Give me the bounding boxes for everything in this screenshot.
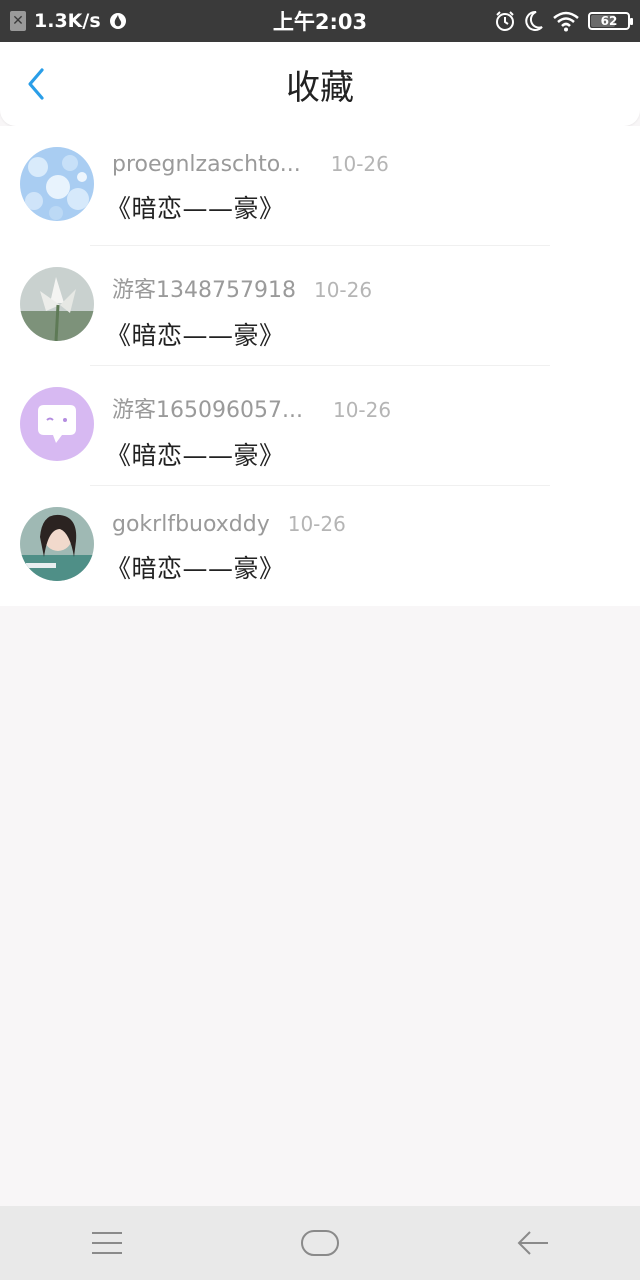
item-body: 游客165096057... 10-26 《暗恋——豪》 <box>106 392 391 472</box>
avatar[interactable] <box>20 387 94 461</box>
item-meta: gokrlfbuoxddy 10-26 <box>112 512 346 537</box>
list-item[interactable]: 游客165096057... 10-26 《暗恋——豪》 <box>0 366 640 486</box>
back-nav-button[interactable] <box>488 1213 578 1273</box>
menu-button[interactable] <box>62 1213 152 1273</box>
item-meta: 游客165096057... 10-26 <box>112 392 391 424</box>
snowflake-avatar-image <box>20 147 94 221</box>
item-title: 《暗恋——豪》 <box>106 554 285 583</box>
favorites-list: proegnlzaschto... 10-26 《暗恋——豪》 游客134875… <box>0 126 640 606</box>
username: proegnlzaschto... <box>112 152 301 177</box>
list-item[interactable]: 游客1348757918 10-26 《暗恋——豪》 <box>0 246 640 366</box>
status-bar: ✕ 1.3K/s 上午2:03 62 <box>0 0 640 42</box>
net-speed: 1.3K/s <box>34 10 101 32</box>
item-body: proegnlzaschto... 10-26 《暗恋——豪》 <box>106 152 389 225</box>
battery-icon: 62 <box>588 12 633 30</box>
item-meta: 游客1348757918 10-26 <box>112 272 372 304</box>
back-button[interactable] <box>16 62 56 106</box>
app-header: 收藏 <box>0 42 640 126</box>
back-chevron-icon <box>28 68 44 100</box>
portrait-avatar-image <box>20 507 94 581</box>
date: 10-26 <box>332 398 392 422</box>
lily-avatar-image <box>20 267 94 341</box>
list-item[interactable]: proegnlzaschto... 10-26 《暗恋——豪》 <box>0 126 640 246</box>
item-body: gokrlfbuoxddy 10-26 《暗恋——豪》 <box>106 512 346 585</box>
avatar[interactable] <box>20 507 94 581</box>
username: 游客1348757918 <box>112 278 296 303</box>
menu-icon <box>91 1232 122 1254</box>
home-icon <box>300 1230 339 1256</box>
item-meta: proegnlzaschto... 10-26 <box>112 152 389 177</box>
alarm-icon <box>496 11 514 31</box>
page-title: 收藏 <box>286 67 354 108</box>
item-title: 《暗恋——豪》 <box>106 321 285 350</box>
date: 10-26 <box>330 152 389 176</box>
username: gokrlfbuoxddy <box>112 512 270 537</box>
item-title: 《暗恋——豪》 <box>106 194 285 223</box>
chat-bubble-avatar-icon <box>20 387 94 461</box>
back-arrow-icon <box>517 1231 549 1255</box>
status-left: ✕ 1.3K/s <box>10 10 127 32</box>
battery-level: 62 <box>600 14 618 28</box>
avatar[interactable] <box>20 267 94 341</box>
list-item[interactable]: gokrlfbuoxddy 10-26 《暗恋——豪》 <box>0 486 640 606</box>
moon-icon <box>525 10 543 31</box>
date: 10-26 <box>313 278 373 302</box>
system-nav-bar <box>0 1206 640 1280</box>
flame-icon <box>109 13 126 29</box>
item-body: 游客1348757918 10-26 《暗恋——豪》 <box>106 272 372 352</box>
date: 10-26 <box>287 512 346 536</box>
wifi-icon <box>553 11 579 32</box>
username: 游客165096057... <box>112 398 303 423</box>
avatar[interactable] <box>20 147 94 221</box>
item-title: 《暗恋——豪》 <box>106 441 285 470</box>
status-right: 62 <box>494 10 633 32</box>
home-button[interactable] <box>275 1213 365 1273</box>
close-box-icon: ✕ <box>10 11 26 31</box>
